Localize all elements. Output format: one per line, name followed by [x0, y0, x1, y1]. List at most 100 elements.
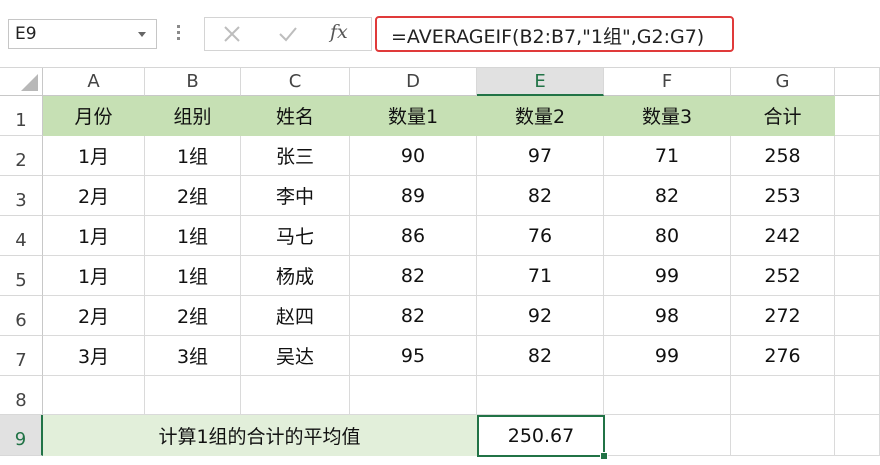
table-cell[interactable]: 吴达 [241, 336, 350, 376]
table-cell[interactable]: 1组 [145, 216, 241, 256]
table-cell[interactable]: 272 [731, 296, 835, 336]
header-cell[interactable]: 数量1 [350, 96, 477, 136]
table-cell[interactable]: 2组 [145, 176, 241, 216]
empty-cell[interactable] [835, 415, 880, 456]
table-cell[interactable]: 李中 [241, 176, 350, 216]
empty-cell[interactable] [604, 415, 731, 456]
more-options-icon[interactable] [177, 25, 181, 43]
select-all-button[interactable] [0, 68, 43, 96]
column-header-f[interactable]: F [604, 68, 731, 96]
row-header-1[interactable]: 1 [0, 96, 43, 136]
table-cell[interactable]: 76 [477, 216, 604, 256]
empty-cell[interactable] [835, 176, 880, 216]
row-header-7[interactable]: 7 [0, 336, 43, 376]
empty-cell[interactable] [350, 376, 477, 415]
formula-input[interactable]: =AVERAGEIF(B2:B7,"1组",G2:G7) [375, 16, 734, 52]
confirm-icon[interactable] [263, 18, 313, 50]
table-cell[interactable]: 95 [350, 336, 477, 376]
table-cell[interactable]: 90 [350, 136, 477, 176]
empty-cell[interactable] [835, 336, 880, 376]
table-cell[interactable]: 张三 [241, 136, 350, 176]
column-header-e[interactable]: E [477, 68, 604, 96]
table-cell[interactable]: 82 [350, 296, 477, 336]
row-header-3[interactable]: 3 [0, 176, 43, 216]
header-cell[interactable]: 数量3 [604, 96, 731, 136]
column-header-extra[interactable] [835, 68, 880, 96]
table-cell[interactable]: 86 [350, 216, 477, 256]
result-cell[interactable]: 250.67 [477, 415, 605, 457]
header-cell[interactable]: 月份 [43, 96, 145, 136]
formula-buttons: fx [204, 17, 372, 51]
empty-cell[interactable] [835, 256, 880, 296]
empty-cell[interactable] [604, 376, 731, 415]
row-header-9[interactable]: 9 [0, 415, 43, 456]
table-cell[interactable]: 1月 [43, 136, 145, 176]
empty-cell[interactable] [731, 376, 835, 415]
spreadsheet-grid[interactable]: ABCDEFG 123456789 月份 组别 姓名 数量1 数量2 数量3 合计 1月 1组张… [0, 68, 880, 465]
table-cell[interactable]: 杨成 [241, 256, 350, 296]
name-box-value: E9 [15, 24, 37, 44]
formula-text: =AVERAGEIF(B2:B7,"1组",G2:G7) [391, 26, 705, 48]
table-cell[interactable]: 71 [604, 136, 731, 176]
fill-handle[interactable] [600, 452, 608, 460]
empty-cell[interactable] [241, 376, 350, 415]
table-cell[interactable]: 92 [477, 296, 604, 336]
column-header-c[interactable]: C [241, 68, 350, 96]
table-cell[interactable]: 89 [350, 176, 477, 216]
table-cell[interactable]: 252 [731, 256, 835, 296]
table-cell[interactable]: 82 [604, 176, 731, 216]
table-cell[interactable]: 赵四 [241, 296, 350, 336]
row-header-5[interactable]: 5 [0, 256, 43, 296]
table-cell[interactable]: 97 [477, 136, 604, 176]
table-cell[interactable]: 71 [477, 256, 604, 296]
table-cell[interactable]: 82 [350, 256, 477, 296]
cancel-icon[interactable] [207, 18, 257, 50]
table-cell[interactable]: 98 [604, 296, 731, 336]
table-cell[interactable]: 3组 [145, 336, 241, 376]
table-cell[interactable]: 1组 [145, 256, 241, 296]
table-cell[interactable]: 258 [731, 136, 835, 176]
table-cell[interactable]: 82 [477, 336, 604, 376]
column-header-a[interactable]: A [43, 68, 145, 96]
table-cell[interactable]: 99 [604, 256, 731, 296]
empty-cell[interactable] [835, 296, 880, 336]
header-cell[interactable]: 姓名 [241, 96, 350, 136]
row-header-4[interactable]: 4 [0, 216, 43, 256]
table-cell[interactable]: 3月 [43, 336, 145, 376]
empty-cell[interactable] [835, 376, 880, 415]
row-header-8[interactable]: 8 [0, 376, 43, 415]
header-cell[interactable]: 数量2 [477, 96, 604, 136]
table-cell[interactable]: 80 [604, 216, 731, 256]
table-cell[interactable]: 242 [731, 216, 835, 256]
column-header-g[interactable]: G [731, 68, 835, 96]
table-cell[interactable]: 1组 [145, 136, 241, 176]
row-header-6[interactable]: 6 [0, 296, 43, 336]
table-cell[interactable]: 82 [477, 176, 604, 216]
insert-function-icon[interactable]: fx [330, 21, 348, 43]
table-cell[interactable]: 99 [604, 336, 731, 376]
note-cell[interactable]: 计算1组的合计的平均值 [43, 415, 477, 456]
row-header-2[interactable]: 2 [0, 136, 43, 176]
column-header-d[interactable]: D [350, 68, 477, 96]
formula-bar: E9 fx =AVERAGEIF(B2:B7,"1组",G2:G7) [0, 0, 880, 68]
header-cell[interactable]: 组别 [145, 96, 241, 136]
empty-cell[interactable] [835, 136, 880, 176]
name-box[interactable]: E9 [8, 19, 157, 49]
column-header-b[interactable]: B [145, 68, 241, 96]
table-cell[interactable]: 1月 [43, 256, 145, 296]
table-cell[interactable]: 276 [731, 336, 835, 376]
empty-cell[interactable] [43, 376, 145, 415]
empty-cell[interactable] [145, 376, 241, 415]
table-cell[interactable]: 2月 [43, 296, 145, 336]
table-cell[interactable]: 2组 [145, 296, 241, 336]
chevron-down-icon[interactable] [138, 32, 146, 37]
empty-cell[interactable] [835, 96, 880, 136]
empty-cell[interactable] [477, 376, 604, 415]
table-cell[interactable]: 253 [731, 176, 835, 216]
empty-cell[interactable] [835, 216, 880, 256]
table-cell[interactable]: 1月 [43, 216, 145, 256]
empty-cell[interactable] [731, 415, 835, 456]
table-cell[interactable]: 2月 [43, 176, 145, 216]
table-cell[interactable]: 马七 [241, 216, 350, 256]
header-cell[interactable]: 合计 [731, 96, 835, 136]
